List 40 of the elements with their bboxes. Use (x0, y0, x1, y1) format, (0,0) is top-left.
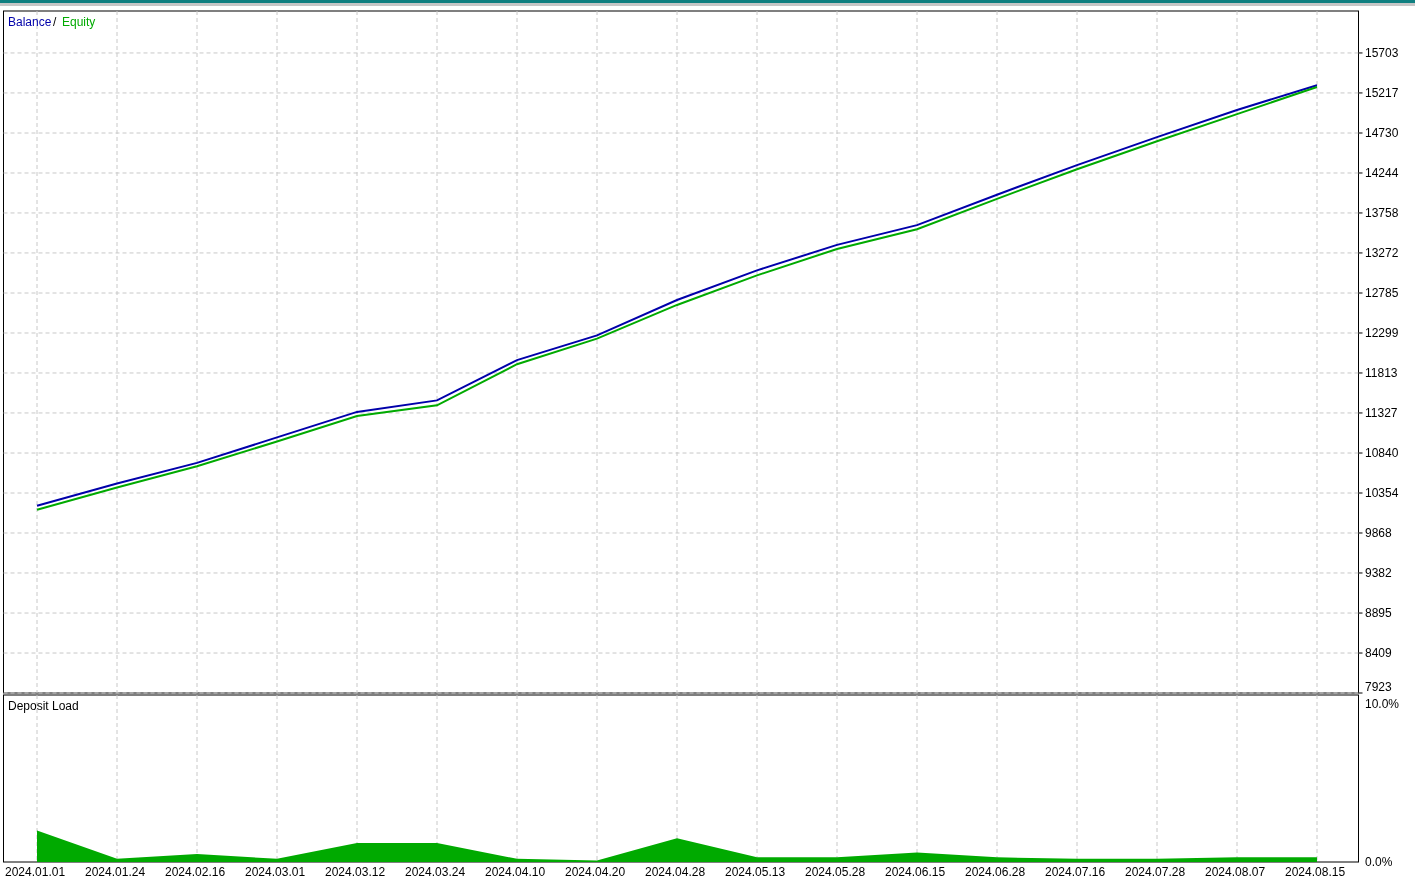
x-axis-label: 2024.03.01 (245, 865, 306, 879)
y-axis-label: 10.0% (1365, 697, 1400, 712)
y-axis-label: 8895 (1365, 606, 1392, 621)
y-axis-label: 13758 (1365, 205, 1399, 220)
legend-label: Equity (62, 15, 96, 29)
x-axis-label: 2024.08.07 (1205, 865, 1266, 879)
x-axis-label: 2024.06.15 (885, 865, 946, 879)
x-axis-label: 2024.04.20 (565, 865, 626, 879)
y-axis-label: 14244 (1365, 166, 1399, 180)
y-axis-label: 11327 (1365, 405, 1398, 420)
x-axis-label: 2024.05.28 (805, 865, 866, 879)
x-axis-label: 2024.01.01 (5, 865, 66, 879)
y-axis-label: 9382 (1365, 565, 1392, 580)
x-axis-label: 2024.02.16 (165, 865, 226, 879)
x-axis-label: 2024.07.16 (1045, 865, 1106, 879)
y-axis-label: 15217 (1365, 85, 1399, 100)
y-axis-label: 13272 (1365, 245, 1399, 260)
x-axis-label: 2024.06.28 (965, 865, 1026, 879)
y-axis-label: 11813 (1365, 366, 1398, 380)
y-axis-label: 12785 (1365, 286, 1399, 300)
y-axis-label: 10840 (1365, 446, 1399, 460)
x-axis-label: 2024.04.10 (485, 865, 546, 879)
y-axis-label: 7923 (1365, 680, 1392, 694)
y-axis-label: 12299 (1365, 326, 1399, 340)
y-axis-label: 15703 (1365, 45, 1399, 60)
x-axis-label: 2024.04.28 (645, 865, 706, 879)
x-axis-label: 2024.01.24 (85, 865, 146, 879)
x-axis-label: 2024.05.13 (725, 865, 786, 879)
legend-label: Balance (8, 15, 52, 29)
y-axis-label: 10354 (1365, 486, 1399, 500)
y-axis-label: 0.0% (1365, 855, 1393, 869)
y-axis-label: 9868 (1365, 526, 1392, 540)
x-axis-label: 2024.03.24 (405, 865, 466, 879)
y-axis-label: 8409 (1365, 646, 1392, 660)
x-axis-label: 2024.08.15 (1285, 865, 1346, 879)
legend-separator: / (53, 15, 57, 29)
y-axis-label: 14730 (1365, 126, 1399, 140)
x-axis-label: 2024.03.12 (325, 865, 386, 879)
panel-title: Deposit Load (8, 699, 79, 713)
x-axis-label: 2024.07.28 (1125, 865, 1186, 879)
